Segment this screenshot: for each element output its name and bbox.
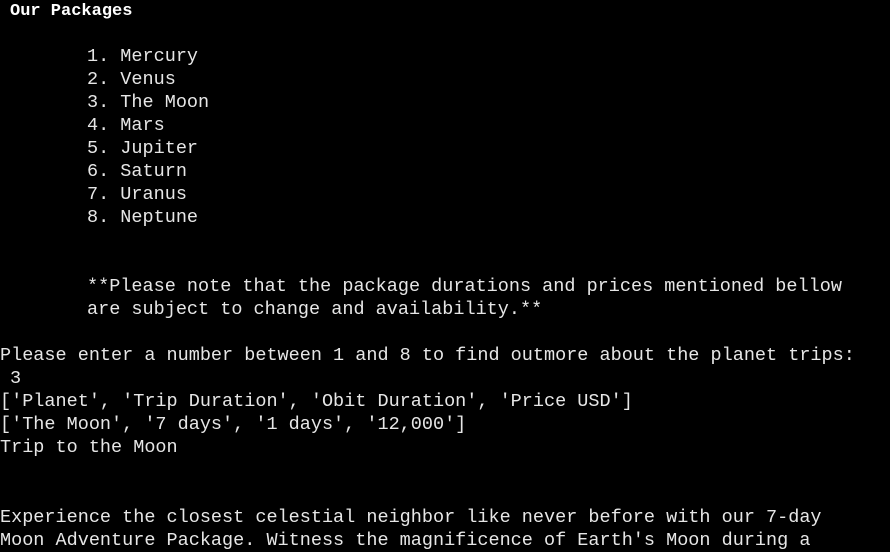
- description-line-1: Experience the closest celestial neighbo…: [0, 507, 822, 528]
- package-item-venus: 2. Venus: [87, 69, 176, 90]
- table-header-row: ['Planet', 'Trip Duration', 'Obit Durati…: [0, 391, 633, 412]
- trip-title: Trip to the Moon: [0, 437, 178, 458]
- package-item-uranus: 7. Uranus: [87, 184, 187, 205]
- package-item-jupiter: 5. Jupiter: [87, 138, 199, 159]
- price-note-line-1: **Please note that the package durations…: [87, 276, 842, 297]
- price-note-line-2: are subject to change and availability.*…: [87, 299, 543, 320]
- package-item-saturn: 6. Saturn: [87, 161, 187, 182]
- package-item-mercury: 1. Mercury: [87, 46, 199, 67]
- user-input-value[interactable]: 3: [10, 367, 21, 390]
- input-prompt: Please enter a number between 1 and 8 to…: [0, 345, 855, 366]
- terminal-window[interactable]: Our Packages 1. Mercury 2. Venus 3. The …: [0, 0, 890, 551]
- table-data-row: ['The Moon', '7 days', '1 days', '12,000…: [0, 414, 467, 435]
- description-line-2: Moon Adventure Package. Witness the magn…: [0, 530, 811, 551]
- package-item-neptune: 8. Neptune: [87, 207, 199, 228]
- package-item-mars: 4. Mars: [87, 115, 165, 136]
- packages-heading: Our Packages: [10, 2, 133, 21]
- package-item-moon: 3. The Moon: [87, 92, 210, 113]
